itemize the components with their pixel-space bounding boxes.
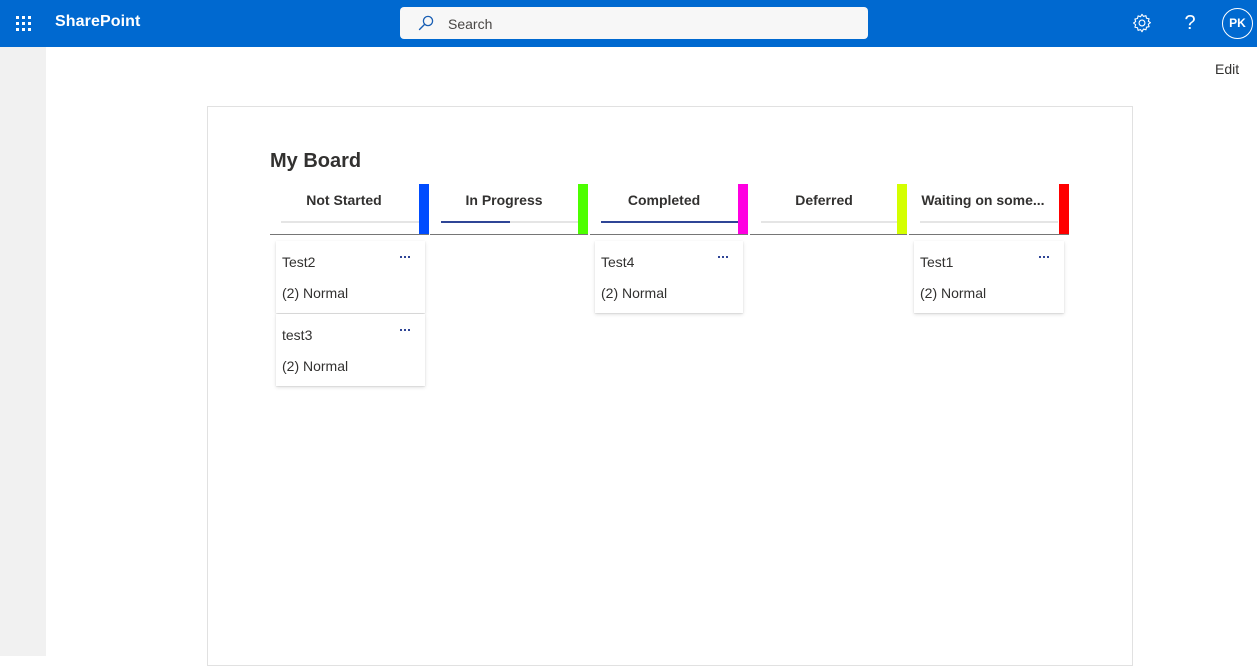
card-title: Test2: [282, 254, 316, 270]
column-progress-track: [601, 221, 739, 223]
card-title: Test1: [920, 254, 954, 270]
column-in-progress: In Progress: [430, 184, 589, 235]
column-label[interactable]: Waiting on some...: [919, 192, 1047, 208]
board-title: My Board: [270, 150, 362, 172]
search-icon: [418, 15, 434, 31]
column-color-stripe: [578, 184, 588, 235]
card-title: test3: [282, 327, 313, 343]
column-deferred: Deferred: [750, 184, 908, 235]
task-card[interactable]: Test2 (2) Normal: [276, 241, 425, 313]
column-progress-track: [441, 221, 579, 223]
column-label[interactable]: In Progress: [430, 192, 578, 208]
card-priority: (2) Normal: [920, 285, 987, 301]
column-divider: [750, 234, 907, 235]
card-title: Test4: [601, 254, 635, 270]
suite-bar: SharePoint Search ? PK: [0, 0, 1257, 47]
task-card[interactable]: Test4 (2) Normal: [595, 241, 743, 313]
column-label[interactable]: Completed: [590, 192, 738, 208]
avatar[interactable]: PK: [1222, 8, 1253, 39]
task-card[interactable]: Test1 (2) Normal: [914, 241, 1064, 313]
column-color-stripe: [419, 184, 429, 235]
gear-icon[interactable]: [1131, 12, 1153, 34]
more-options-icon[interactable]: [397, 251, 413, 263]
card-priority: (2) Normal: [282, 358, 349, 374]
more-options-icon[interactable]: [1036, 251, 1052, 263]
column-completed: Completed: [590, 184, 749, 235]
column-progress-track: [920, 221, 1058, 223]
column-progress-fill: [601, 221, 739, 223]
column-progress-fill: [441, 221, 510, 223]
card-priority: (2) Normal: [282, 285, 349, 301]
column-color-stripe: [897, 184, 907, 235]
app-launcher-button[interactable]: [8, 8, 38, 38]
help-button[interactable]: ?: [1180, 10, 1200, 36]
column-color-stripe: [1059, 184, 1069, 235]
column-label[interactable]: Deferred: [750, 192, 898, 208]
column-waiting: Waiting on some...: [909, 184, 1069, 235]
app-name-link[interactable]: SharePoint: [55, 13, 140, 31]
search-box[interactable]: Search: [400, 7, 868, 39]
column-divider: [909, 234, 1069, 235]
more-options-icon[interactable]: [715, 251, 731, 263]
column-not-started: Not Started: [270, 184, 430, 235]
column-divider: [430, 234, 588, 235]
column-label[interactable]: Not Started: [270, 192, 418, 208]
edit-button[interactable]: Edit: [1215, 61, 1239, 77]
column-divider: [270, 234, 429, 235]
left-rail: [0, 47, 46, 656]
column-progress-track: [281, 221, 419, 223]
card-priority: (2) Normal: [601, 285, 668, 301]
search-input[interactable]: Search: [448, 16, 492, 32]
task-card[interactable]: test3 (2) Normal: [276, 314, 425, 386]
column-progress-track: [761, 221, 899, 223]
column-color-stripe: [738, 184, 748, 235]
app-launcher-icon: [15, 15, 31, 31]
more-options-icon[interactable]: [397, 324, 413, 336]
column-divider: [590, 234, 748, 235]
